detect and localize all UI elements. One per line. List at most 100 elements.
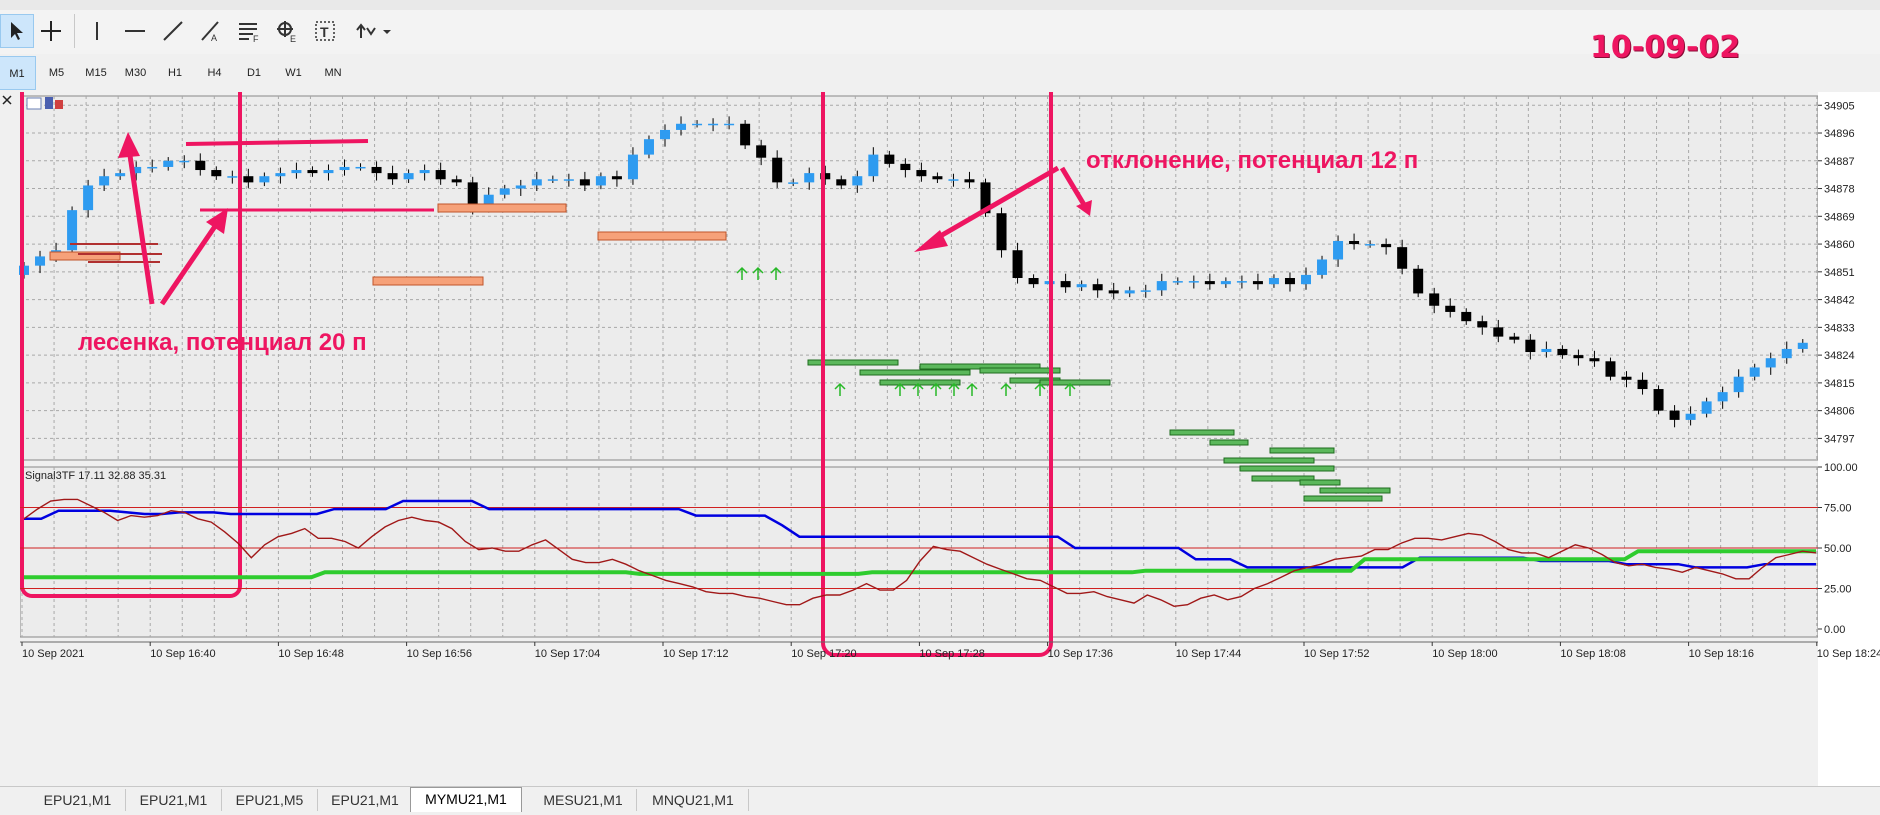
- support-zone: [1169, 429, 1235, 436]
- svg-text:E: E: [290, 34, 296, 43]
- chart-signal-icon: [45, 97, 53, 109]
- chart-list-icon: [26, 97, 42, 110]
- timeframe-mn[interactable]: MN: [314, 56, 352, 90]
- chart-tab[interactable]: MYMU21,M1: [410, 787, 522, 812]
- candle-body: [756, 145, 767, 158]
- timeframe-m15[interactable]: M15: [77, 56, 115, 90]
- annotation-deviation-label: отклонение, потенциал 12 п: [1086, 147, 1418, 174]
- candle-body: [1252, 281, 1263, 285]
- x-tick-label: 10 Sep 18:08: [1560, 648, 1625, 660]
- candle-body: [1621, 376, 1632, 380]
- candle-body: [163, 160, 174, 167]
- timeframe-h4[interactable]: H4: [196, 56, 234, 90]
- candle-body: [147, 166, 158, 169]
- candle-body: [1333, 240, 1344, 260]
- y-tick-label: 34887: [1824, 156, 1855, 168]
- candle-body: [1172, 281, 1183, 283]
- y-tick-label: 34797: [1824, 433, 1855, 445]
- resistance-zone: [437, 203, 567, 213]
- candle-body: [1188, 281, 1199, 283]
- support-zone: [1223, 457, 1315, 464]
- candle-body: [1461, 311, 1472, 322]
- candle-body: [1028, 278, 1039, 285]
- arrows-icon[interactable]: [348, 14, 398, 48]
- support-zone: [1299, 479, 1341, 486]
- candle-body: [1365, 244, 1376, 246]
- y-tick-label: 34860: [1824, 239, 1855, 251]
- chart-tab[interactable]: EPU21,M1: [126, 789, 222, 811]
- candle-body: [1573, 355, 1584, 359]
- support-zone: [859, 369, 971, 376]
- candle-body: [595, 176, 606, 186]
- candle-body: [1733, 376, 1744, 393]
- timeframe-w1[interactable]: W1: [275, 56, 313, 90]
- candle-body: [1477, 321, 1488, 328]
- support-zone: [1209, 439, 1249, 446]
- candle-body: [1509, 336, 1520, 340]
- chart-tab[interactable]: EPU21,M1: [320, 789, 411, 811]
- candle-body: [339, 166, 350, 171]
- candle-body: [275, 173, 286, 177]
- candle-body: [499, 188, 510, 195]
- y-tick-label: 34815: [1824, 378, 1855, 390]
- support-zone: [1319, 487, 1391, 494]
- x-tick-label: 10 Sep 16:48: [278, 648, 343, 660]
- trendline-icon[interactable]: [156, 14, 190, 48]
- x-tick-label: 10 Sep 18:00: [1432, 648, 1497, 660]
- timeframe-m30[interactable]: M30: [117, 56, 155, 90]
- candle-body: [1605, 361, 1616, 377]
- indicator-y-tick-label: 25.00: [1824, 584, 1852, 596]
- svg-text:F: F: [253, 34, 259, 42]
- candle-body: [1669, 410, 1680, 420]
- candle-body: [660, 129, 670, 140]
- chart-tab[interactable]: EPU21,M5: [222, 789, 318, 811]
- indicator-y-tick-label: 75.00: [1824, 503, 1852, 515]
- timeframe-d1[interactable]: D1: [235, 56, 273, 90]
- candle-body: [627, 154, 638, 180]
- y-tick-label: 34851: [1824, 267, 1855, 279]
- horizontal-line-icon[interactable]: [118, 14, 152, 48]
- svg-text:T: T: [320, 24, 329, 40]
- candle-body: [676, 123, 687, 130]
- candle-body: [708, 123, 719, 126]
- svg-text:A: A: [211, 33, 217, 43]
- candle-body: [371, 166, 382, 174]
- fibonacci-icon[interactable]: F: [232, 14, 266, 48]
- gann-icon[interactable]: E: [270, 14, 304, 48]
- candle-body: [932, 176, 943, 180]
- candle-body: [291, 170, 302, 174]
- candle-body: [1445, 305, 1456, 312]
- candle-body: [1557, 348, 1568, 356]
- candle-body: [515, 185, 526, 189]
- cursor-icon[interactable]: [0, 14, 34, 48]
- indicator-y-tick-label: 100.00: [1824, 462, 1858, 474]
- y-tick-label: 34833: [1824, 322, 1855, 334]
- chart-tab[interactable]: EPU21,M1: [30, 789, 126, 811]
- chart-tabs: EPU21,M1 EPU21,M1 EPU21,M5 EPU21,M1 MYMU21,M…: [0, 786, 1880, 815]
- candle-body: [1413, 268, 1424, 294]
- timeframe-h1[interactable]: H1: [156, 56, 194, 90]
- candle-body: [852, 176, 863, 186]
- candle-body: [1685, 413, 1696, 420]
- text-icon[interactable]: T: [308, 14, 342, 48]
- timeframe-m1[interactable]: M1: [0, 56, 36, 90]
- candle-body: [964, 179, 975, 183]
- trendline-angle-icon[interactable]: A: [194, 14, 228, 48]
- support-zone: [1303, 495, 1383, 502]
- candle-body: [948, 179, 959, 181]
- x-tick-label: 10 Sep 17:28: [919, 648, 984, 660]
- x-tick-label: 10 Sep 17:44: [1176, 648, 1241, 660]
- candle-body: [996, 213, 1007, 251]
- chart-tab[interactable]: MNQU21,M1: [638, 789, 749, 811]
- chart-tab[interactable]: MESU21,M1: [530, 789, 637, 811]
- timeframe-m5[interactable]: M5: [38, 56, 76, 90]
- candle-body: [195, 160, 206, 171]
- price-chart[interactable]: 34905 34896 34887 34878 34869 34860 34851 34842…: [0, 92, 1880, 786]
- crosshair-icon[interactable]: [34, 14, 68, 48]
- candle-body: [1156, 281, 1167, 291]
- candle-body: [1204, 281, 1215, 285]
- x-tick-label: 10 Sep 16:40: [150, 648, 215, 660]
- vertical-line-icon[interactable]: [80, 14, 114, 48]
- candle-body: [1268, 278, 1279, 285]
- support-zone: [1269, 447, 1335, 454]
